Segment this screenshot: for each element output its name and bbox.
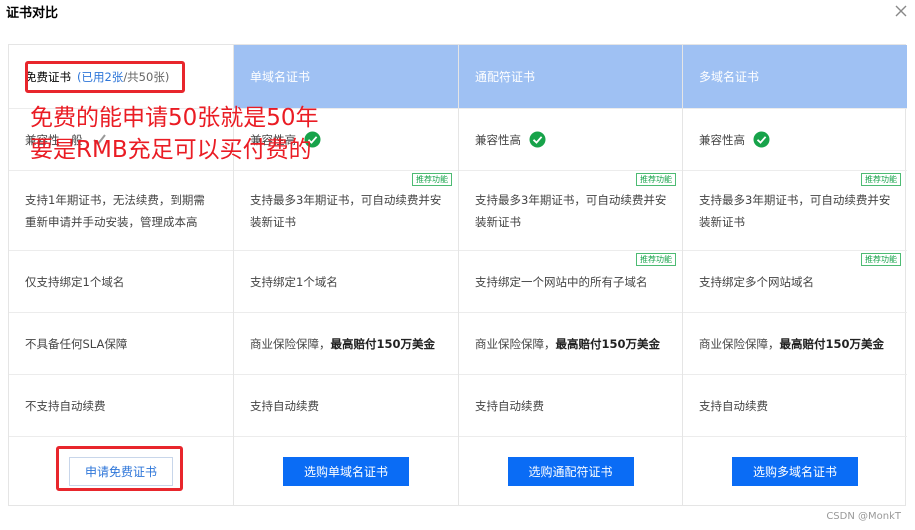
domain-single-text: 支持绑定1个域名: [250, 274, 338, 289]
period-multi-text: 支持最多3年期证书，可自动续费并安装新证书: [699, 192, 891, 229]
recommend-tag: 推荐功能: [412, 173, 452, 186]
domain-multi: 推荐功能 支持绑定多个网站域名: [683, 251, 907, 313]
sla-multi-bold: 最高赔付150万美金: [779, 336, 885, 351]
domain-free-text: 仅支持绑定1个域名: [25, 274, 125, 289]
renew-free-text: 不支持自动续费: [25, 398, 106, 413]
renew-wildcard: 支持自动续费: [459, 375, 682, 437]
action-free: 申请免费证书: [9, 437, 233, 505]
renew-wildcard-text: 支持自动续费: [475, 398, 544, 413]
domain-multi-text: 支持绑定多个网站域名: [699, 274, 814, 289]
apply-free-cert-button[interactable]: 申请免费证书: [69, 456, 173, 486]
header-single: 单域名证书: [234, 45, 458, 109]
buy-wildcard-cert-button[interactable]: 选购通配符证书: [507, 456, 634, 486]
usage-link[interactable]: (已用2张: [77, 69, 123, 85]
period-wildcard-text: 支持最多3年期证书，可自动续费并安装新证书: [475, 192, 667, 229]
sla-single-bold: 最高赔付150万美金: [330, 336, 436, 351]
domain-wildcard-text: 支持绑定一个网站中的所有子域名: [475, 274, 648, 289]
domain-wildcard: 推荐功能 支持绑定一个网站中的所有子域名: [459, 251, 682, 313]
compat-wildcard-text: 兼容性高: [475, 132, 521, 147]
recommend-tag: 推荐功能: [861, 253, 901, 266]
sla-single: 商业保险保障， 最高赔付150万美金: [234, 313, 458, 375]
period-single-text: 支持最多3年期证书，可自动续费并安装新证书: [250, 192, 442, 229]
period-free: 支持1年期证书，无法续费，到期需重新申请并手动安装，管理成本高: [9, 171, 233, 251]
recommend-tag: 推荐功能: [861, 173, 901, 186]
action-multi: 选购多域名证书: [683, 437, 907, 505]
period-multi: 推荐功能 支持最多3年期证书，可自动续费并安装新证书: [683, 171, 907, 251]
header-multi: 多域名证书: [683, 45, 907, 109]
buy-multi-cert-button[interactable]: 选购多域名证书: [732, 456, 858, 486]
column-wildcard: 通配符证书 兼容性高 推荐功能 支持最多3年期证书，可自动续费并安装新证书 推荐…: [459, 45, 683, 505]
header-free-label: 免费证书: [25, 69, 71, 84]
sla-multi-prefix: 商业保险保障，: [699, 336, 780, 351]
renew-single: 支持自动续费: [234, 375, 458, 437]
sla-single-prefix: 商业保险保障，: [250, 336, 331, 351]
domain-free: 仅支持绑定1个域名: [9, 251, 233, 313]
renew-single-text: 支持自动续费: [250, 398, 319, 413]
annotation-text-line2: 要是RMB充足可以买付费的: [30, 137, 312, 163]
period-single: 推荐功能 支持最多3年期证书，可自动续费并安装新证书: [234, 171, 458, 251]
sla-multi: 商业保险保障， 最高赔付150万美金: [683, 313, 907, 375]
action-wildcard: 选购通配符证书: [459, 437, 682, 505]
header-free: 免费证书 (已用2张/共50张): [9, 45, 233, 109]
sla-wildcard-bold: 最高赔付150万美金: [555, 336, 661, 351]
column-multi: 多域名证书 兼容性高 推荐功能 支持最多3年期证书，可自动续费并安装新证书 推荐…: [683, 45, 907, 505]
header-wildcard: 通配符证书: [459, 45, 682, 109]
action-single: 选购单域名证书: [234, 437, 458, 505]
compat-multi: 兼容性高: [683, 109, 907, 171]
check-circle-icon: [529, 131, 546, 148]
compat-wildcard: 兼容性高: [459, 109, 682, 171]
annotation-text-line1: 免费的能申请50张就是50年: [30, 105, 319, 131]
renew-multi: 支持自动续费: [683, 375, 907, 437]
sla-wildcard: 商业保险保障， 最高赔付150万美金: [459, 313, 682, 375]
renew-multi-text: 支持自动续费: [699, 398, 768, 413]
domain-single: 支持绑定1个域名: [234, 251, 458, 313]
dialog-title: 证书对比: [6, 6, 59, 21]
period-free-text: 支持1年期证书，无法续费，到期需重新申请并手动安装，管理成本高: [25, 192, 205, 229]
renew-free: 不支持自动续费: [9, 375, 233, 437]
compat-multi-text: 兼容性高: [699, 132, 745, 147]
sla-wildcard-prefix: 商业保险保障，: [475, 336, 556, 351]
watermark: CSDN @MonkT: [826, 511, 901, 522]
sla-free-text: 不具备任何SLA保障: [25, 336, 128, 351]
sla-free: 不具备任何SLA保障: [9, 313, 233, 375]
recommend-tag: 推荐功能: [636, 173, 676, 186]
recommend-tag: 推荐功能: [636, 253, 676, 266]
check-circle-icon: [753, 131, 770, 148]
close-icon[interactable]: [893, 3, 909, 19]
usage-total: /共50张): [123, 69, 170, 84]
buy-single-cert-button[interactable]: 选购单域名证书: [283, 456, 409, 486]
period-wildcard: 推荐功能 支持最多3年期证书，可自动续费并安装新证书: [459, 171, 682, 251]
